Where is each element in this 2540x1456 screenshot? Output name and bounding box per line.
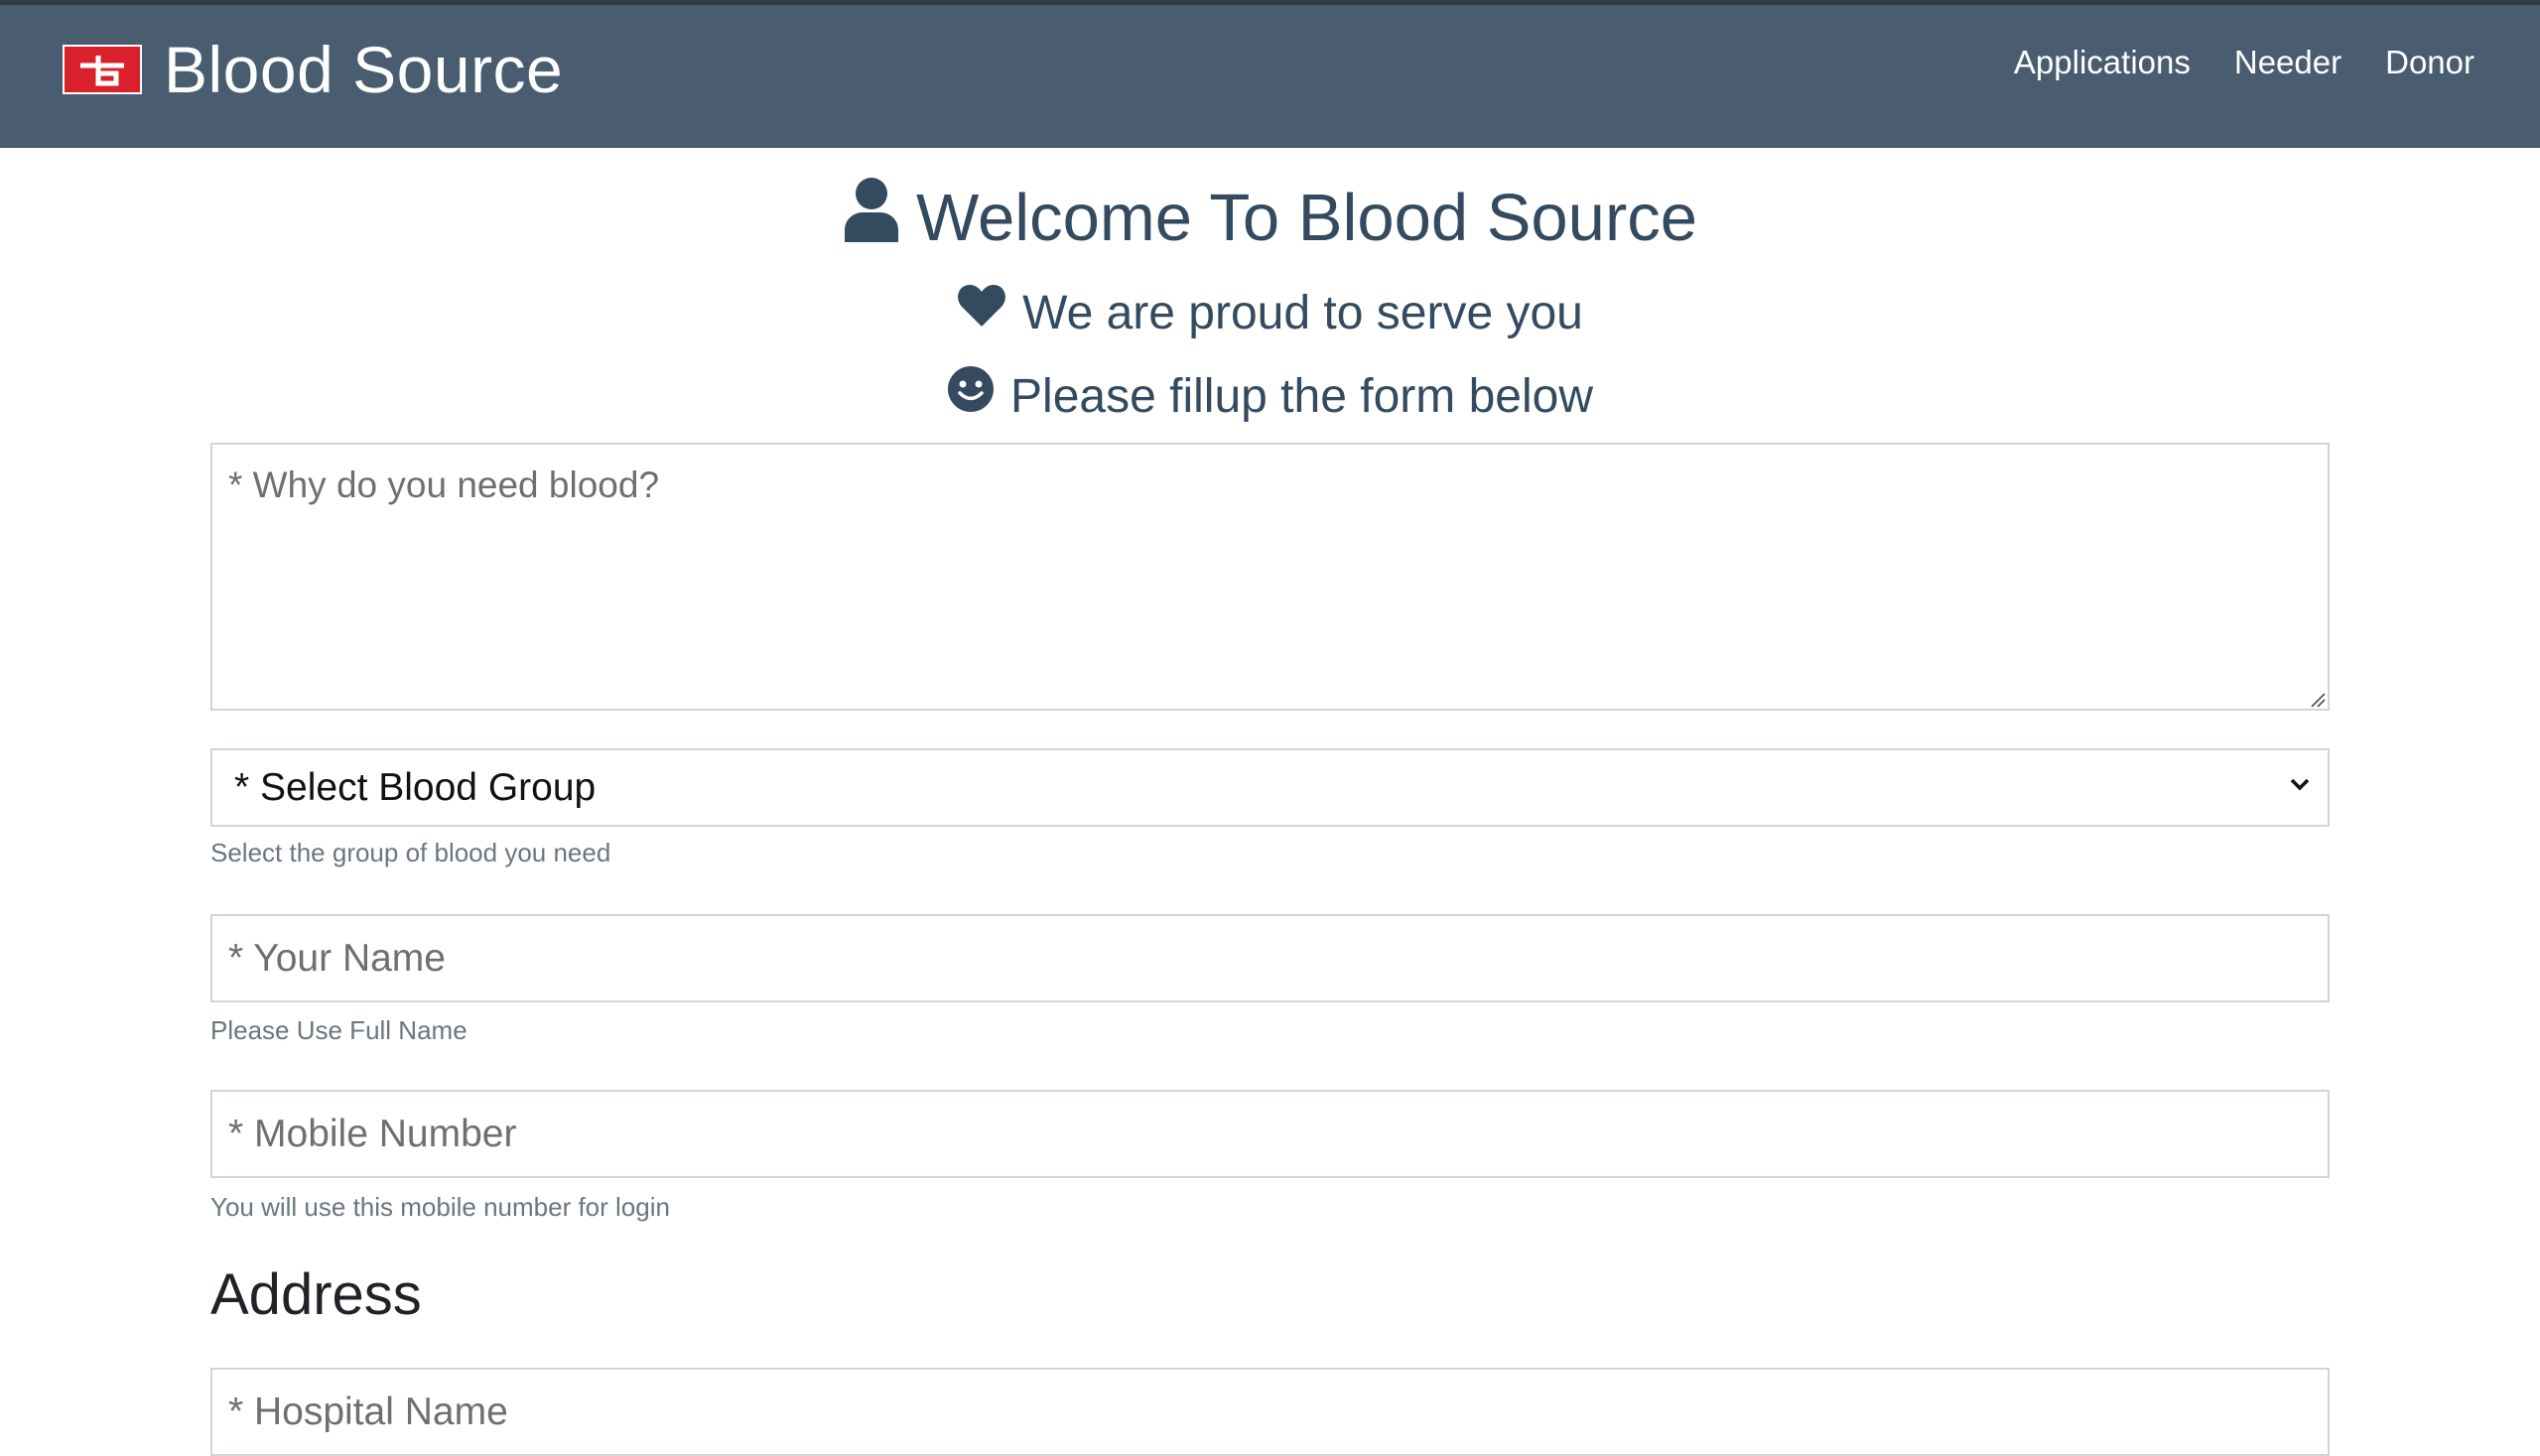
blood-group-help: Select the group of blood you need xyxy=(210,838,611,867)
navbar: Blood Source Applications Needer Donor xyxy=(0,5,2540,148)
instruction-text: Please fillup the form below xyxy=(1010,369,1593,423)
brand[interactable]: Blood Source xyxy=(63,30,563,109)
subtitle: We are proud to serve you xyxy=(1022,286,1583,339)
hospital-name-input[interactable] xyxy=(210,1368,2330,1456)
blood-group-selected: * Select Blood Group xyxy=(234,765,597,809)
mobile-input[interactable] xyxy=(210,1090,2330,1178)
nav-donor-link[interactable]: Donor xyxy=(2385,35,2474,90)
subtitle-row: We are proud to serve you xyxy=(0,283,2540,343)
reason-textarea[interactable] xyxy=(210,443,2330,711)
mobile-help: You will use this mobile number for logi… xyxy=(210,1192,670,1222)
address-heading: Address xyxy=(210,1262,422,1327)
resize-handle-icon[interactable] xyxy=(2310,692,2326,708)
blood-group-select[interactable]: * Select Blood Group xyxy=(210,748,2330,827)
nav-applications-link[interactable]: Applications xyxy=(2014,35,2191,90)
user-icon xyxy=(843,177,900,260)
page-title: Welcome To Blood Source xyxy=(915,181,1698,255)
instruction-row: Please fillup the form below xyxy=(0,365,2540,428)
nav-needer-link[interactable]: Needer xyxy=(2234,35,2341,90)
smile-icon xyxy=(947,365,995,428)
nav-links: Applications Needer Donor xyxy=(1970,35,2474,90)
welcome-heading-row: Welcome To Blood Source xyxy=(0,177,2540,260)
name-help: Please Use Full Name xyxy=(210,1015,468,1045)
brand-title: Blood Source xyxy=(164,33,564,106)
blood-source-logo-icon xyxy=(63,45,142,94)
name-input[interactable] xyxy=(210,914,2330,1002)
heart-icon xyxy=(957,283,1006,343)
logo-glyph xyxy=(80,56,124,86)
chevron-down-icon xyxy=(2290,778,2310,791)
